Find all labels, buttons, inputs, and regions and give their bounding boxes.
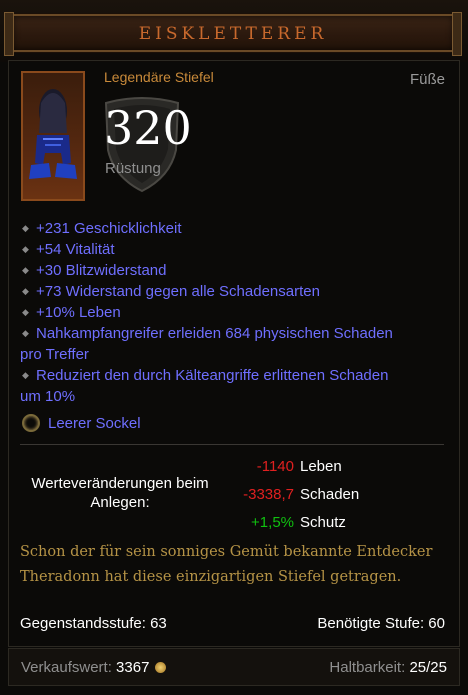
- armor-label: Rüstung: [105, 160, 161, 177]
- socket-icon: [22, 414, 40, 432]
- item-tooltip: EISKLETTERER Legendäre Stiefel Füße 320 …: [0, 0, 468, 695]
- bullet-icon: ◆: [22, 223, 29, 233]
- compare-label: Werteveränderungen beim Anlegen:: [31, 475, 209, 511]
- stat-line: ◆ +30 Blitzwiderstand: [22, 262, 167, 279]
- compare-stat-name: Schutz: [300, 514, 346, 531]
- socket-label: Leerer Sockel: [48, 415, 141, 432]
- stat-line: ◆ Nahkampfangreifer erleiden 684 physisch…: [20, 325, 393, 363]
- sell-value: Verkaufswert: 3367: [21, 659, 167, 676]
- bullet-icon: ◆: [22, 307, 29, 317]
- item-level: Gegenstandsstufe: 63: [20, 615, 167, 632]
- stat-line: ◆ Reduziert den durch Kälteangriffe erlit…: [20, 367, 389, 405]
- stat-list: ◆ +231 Geschicklichkeit ◆ +54 Vitalität ◆ +…: [20, 218, 450, 407]
- divider: [20, 444, 444, 445]
- compare-value: -1140: [256, 458, 294, 475]
- armor-value: 320: [104, 101, 192, 155]
- tooltip-footer: Verkaufswert: 3367 Haltbarkeit: 25/25: [8, 648, 460, 686]
- compare-value: -3338,7: [243, 486, 294, 503]
- required-level: Benötigte Stufe: 60: [317, 615, 445, 632]
- flavor-text: Schon der für sein sonniges Gemüt bekann…: [20, 544, 433, 585]
- item-subtype: Legendäre Stiefel: [104, 69, 214, 85]
- boots-icon: [21, 71, 85, 201]
- bullet-icon: ◆: [22, 286, 29, 296]
- stat-line: ◆ +231 Geschicklichkeit: [22, 220, 182, 237]
- compare-value: +1,5%: [251, 514, 294, 531]
- bullet-icon: ◆: [22, 328, 29, 338]
- stat-line: ◆ +54 Vitalität: [22, 241, 115, 258]
- compare-stat-name: Schaden: [300, 486, 360, 503]
- gold-coin-icon: [155, 662, 167, 673]
- bullet-icon: ◆: [22, 265, 29, 275]
- stat-line: ◆ +10% Leben: [22, 304, 121, 321]
- durability: Haltbarkeit: 25/25: [329, 659, 447, 676]
- item-slot: Füße: [409, 71, 445, 88]
- title-bar: EISKLETTERER: [4, 12, 462, 56]
- compare-stat-name: Leben: [300, 458, 342, 475]
- item-name: EISKLETTERER: [138, 24, 328, 44]
- stat-line: ◆ +73 Widerstand gegen alle Schadensarten: [22, 283, 320, 300]
- bullet-icon: ◆: [22, 244, 29, 254]
- bullet-icon: ◆: [22, 370, 29, 380]
- tooltip-header: EISKLETTERER: [0, 0, 468, 62]
